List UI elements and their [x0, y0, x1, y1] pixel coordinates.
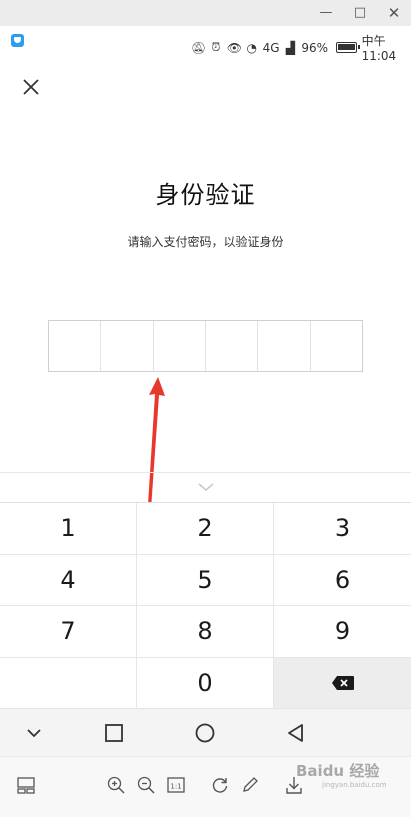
key-7[interactable]: 7: [0, 606, 137, 658]
key-0[interactable]: 0: [137, 657, 274, 709]
chevron-down-icon[interactable]: [196, 481, 216, 493]
rotate-icon[interactable]: [210, 775, 230, 795]
recent-apps-icon[interactable]: [102, 721, 126, 745]
key-6[interactable]: 6: [274, 554, 411, 606]
alarm-icon: ⏰︎: [211, 40, 221, 54]
key-8[interactable]: 8: [137, 606, 274, 658]
signal-icon: ▟: [285, 40, 296, 55]
watermark: Baidu 经验: [296, 762, 380, 780]
app-notification-icon: [11, 34, 24, 47]
key-1[interactable]: 1: [0, 503, 137, 555]
watermark-url: jingyan.baidu.com: [322, 781, 387, 789]
home-icon[interactable]: [193, 721, 217, 745]
pin-cell[interactable]: [154, 321, 206, 371]
key-4[interactable]: 4: [0, 554, 137, 606]
zoom-in-icon[interactable]: [106, 775, 126, 795]
keyboard-divider: [0, 472, 411, 473]
key-5[interactable]: 5: [137, 554, 274, 606]
minimize-icon[interactable]: —: [317, 4, 335, 22]
back-icon[interactable]: [284, 721, 308, 745]
emulator-title-bar: — □ ✕: [0, 0, 411, 26]
pin-cell[interactable]: [49, 321, 102, 371]
page-title: 身份验证: [155, 181, 256, 209]
wifi-icon: ◔: [246, 40, 257, 55]
numeric-keypad: 1 2 3 4 5 6 7 8 9 0: [0, 502, 411, 709]
key-9[interactable]: 9: [274, 606, 411, 658]
pin-cell[interactable]: [258, 321, 311, 371]
eye-icon: 👁︎: [226, 40, 243, 55]
zoom-out-icon[interactable]: [136, 775, 156, 795]
network-label: 4G: [262, 40, 280, 55]
key-2[interactable]: 2: [137, 503, 274, 555]
delete-key[interactable]: [274, 657, 411, 709]
pin-cell[interactable]: [206, 321, 259, 371]
status-icons: 🔕︎ ⏰︎ 👁︎ ◔ 4G ▟ 96% 中午11:04: [191, 32, 411, 63]
clock: 中午11:04: [361, 34, 397, 63]
close-window-icon[interactable]: ✕: [385, 4, 403, 22]
svg-text:1:1: 1:1: [170, 783, 181, 791]
pin-cell[interactable]: [101, 321, 154, 371]
battery-icon: [336, 42, 360, 53]
actual-size-icon[interactable]: 1:1: [166, 775, 186, 795]
status-bar: 🔕︎ ⏰︎ 👁︎ ◔ 4G ▟ 96% 中午11:04: [0, 26, 411, 63]
hide-keyboard-icon[interactable]: [22, 721, 46, 745]
maximize-icon[interactable]: □: [351, 4, 369, 22]
backspace-icon: [331, 675, 354, 690]
key-blank: [0, 657, 137, 709]
key-3[interactable]: 3: [274, 503, 411, 555]
mute-icon: 🔕︎: [191, 40, 207, 55]
page-subtitle: 请输入支付密码，以验证身份: [127, 235, 284, 249]
edit-pencil-icon[interactable]: [240, 775, 260, 795]
navigation-bar: [0, 708, 411, 756]
close-icon[interactable]: [18, 74, 44, 100]
pin-cell[interactable]: [311, 321, 362, 371]
battery-percent: 96%: [301, 40, 329, 55]
screenshot-mode-icon[interactable]: [16, 775, 36, 795]
pin-input[interactable]: [48, 320, 363, 372]
